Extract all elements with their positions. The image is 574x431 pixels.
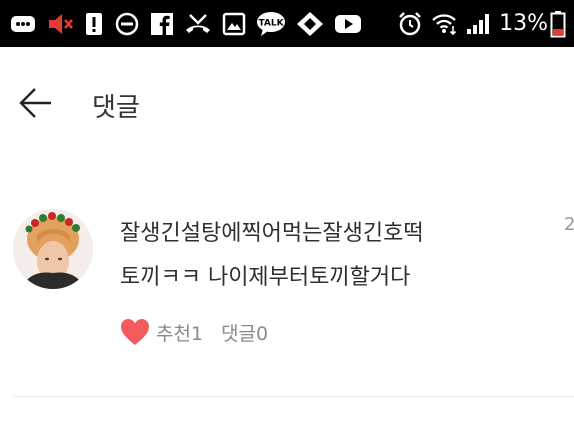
- messages-icon: [10, 0, 36, 47]
- wifi-icon: [431, 0, 457, 47]
- alarm-icon: [397, 0, 423, 47]
- volume-muted-icon: [46, 0, 74, 47]
- page-title: 댓글: [92, 93, 140, 123]
- comment-item: 잘생긴설탕에찍어먹는잘생긴호떡 토끼ㅋㅋ 나이제부터토끼할거다 2 추천1 댓글…: [0, 200, 574, 400]
- arrow-left-icon: [19, 88, 51, 118]
- back-button[interactable]: [18, 85, 54, 121]
- gallery-icon: [222, 0, 246, 47]
- alert-icon: [84, 0, 104, 47]
- youtube-icon: [334, 0, 362, 47]
- heart-icon[interactable]: [120, 318, 150, 346]
- do-not-disturb-icon: [114, 0, 140, 47]
- tag-icon: [296, 0, 324, 47]
- svg-text:TALK: TALK: [258, 18, 284, 28]
- comment-actions: 추천1 댓글0: [120, 318, 268, 346]
- recommend-label[interactable]: 추천1: [156, 319, 203, 346]
- comment-text-line2: 토끼ㅋㅋ 나이제부터토끼할거다: [120, 265, 411, 290]
- comment-timestamp: 2: [564, 214, 574, 235]
- facebook-icon: [150, 0, 174, 47]
- battery-low-icon: [550, 0, 566, 47]
- reply-button[interactable]: 댓글0: [221, 319, 268, 346]
- app-bar: 댓글: [0, 47, 574, 159]
- status-bar: TALK 13%: [0, 0, 574, 47]
- avatar[interactable]: [13, 209, 93, 289]
- status-bar-system: 13%: [397, 0, 574, 47]
- recommend-button[interactable]: 추천1: [120, 318, 203, 346]
- status-bar-notifications: TALK: [0, 0, 362, 47]
- signal-icon: [465, 0, 491, 47]
- battery-percent: 13%: [499, 11, 548, 36]
- divider: [13, 396, 574, 397]
- missed-call-icon: [184, 0, 212, 47]
- comment-text-line1: 잘생긴설탕에찍어먹는잘생긴호떡: [120, 221, 424, 246]
- comment-text: 잘생긴설탕에찍어먹는잘생긴호떡 토끼ㅋㅋ 나이제부터토끼할거다: [120, 212, 560, 300]
- kakaotalk-icon: TALK: [256, 0, 286, 47]
